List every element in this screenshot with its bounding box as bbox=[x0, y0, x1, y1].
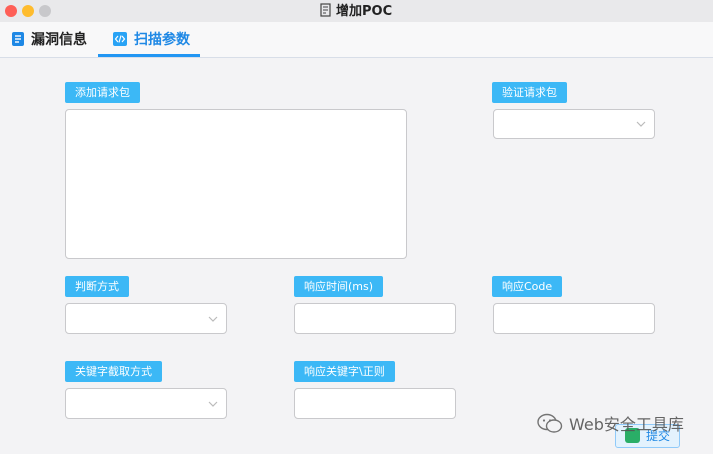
tab-divider bbox=[0, 57, 713, 58]
response-keyword-input[interactable] bbox=[294, 388, 456, 419]
chevron-down-icon bbox=[636, 121, 646, 127]
add-request-textarea[interactable] bbox=[65, 109, 407, 259]
minimize-window-button[interactable] bbox=[22, 5, 34, 17]
response-time-input[interactable] bbox=[294, 303, 456, 334]
response-keyword-label: 响应关键字\正则 bbox=[294, 361, 395, 382]
tab-scan-params-label: 扫描参数 bbox=[134, 32, 190, 48]
title-bar: 增加POC bbox=[0, 0, 713, 23]
tab-vuln-info-label: 漏洞信息 bbox=[31, 32, 87, 48]
keyword-extract-label: 关键字截取方式 bbox=[65, 361, 162, 382]
chevron-down-icon bbox=[208, 316, 218, 322]
watermark: Web安全工具库 bbox=[537, 413, 684, 437]
watermark-text: Web安全工具库 bbox=[569, 415, 684, 434]
document-icon bbox=[12, 32, 24, 46]
tab-bar: 漏洞信息 扫描参数 bbox=[0, 22, 713, 57]
wechat-icon bbox=[537, 413, 563, 433]
response-code-label: 响应Code bbox=[492, 276, 563, 297]
response-code-input[interactable] bbox=[493, 303, 655, 334]
tab-vuln-info[interactable]: 漏洞信息 bbox=[11, 22, 87, 55]
tab-scan-params[interactable]: 扫描参数 bbox=[98, 22, 200, 57]
zoom-window-button[interactable] bbox=[39, 5, 51, 17]
verify-request-select[interactable] bbox=[493, 109, 655, 139]
response-time-label: 响应时间(ms) bbox=[294, 276, 384, 297]
close-window-button[interactable] bbox=[5, 5, 17, 17]
judge-method-label: 判断方式 bbox=[65, 276, 129, 297]
document-edit-icon bbox=[320, 3, 331, 17]
chevron-down-icon bbox=[208, 401, 218, 407]
window-title: 增加POC bbox=[320, 3, 392, 19]
code-icon bbox=[113, 32, 127, 46]
verify-request-label: 验证请求包 bbox=[492, 82, 567, 103]
add-request-label: 添加请求包 bbox=[65, 82, 140, 103]
judge-method-select[interactable] bbox=[65, 303, 227, 334]
window-title-text: 增加POC bbox=[336, 4, 393, 19]
keyword-extract-select[interactable] bbox=[65, 388, 227, 419]
